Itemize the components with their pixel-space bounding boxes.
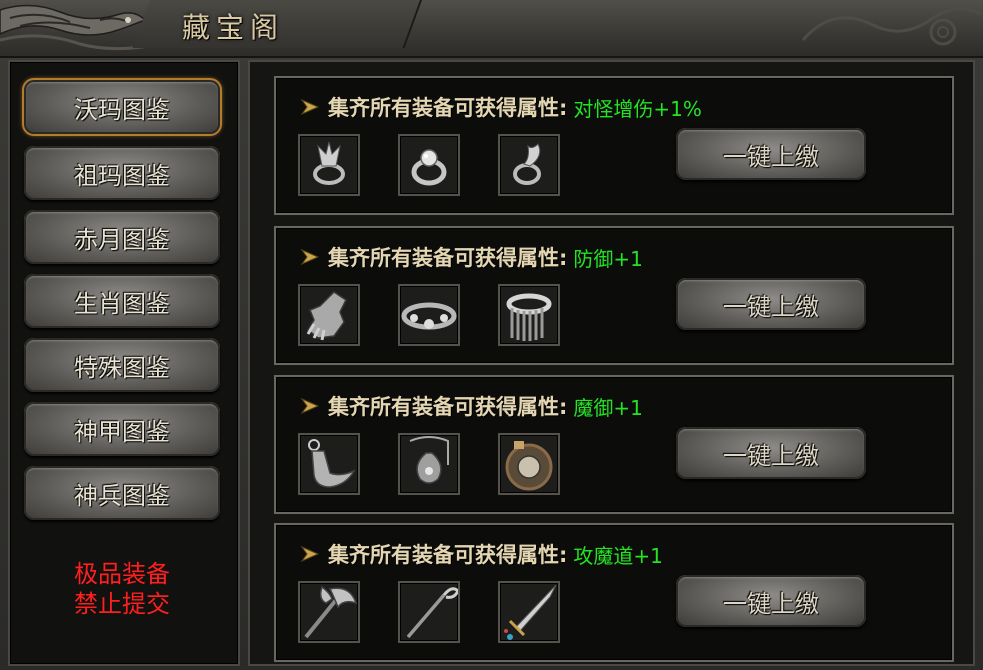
collection-card: 集齐所有装备可获得属性: 魔御+1 一键上缴	[274, 375, 954, 514]
cloud-ornament-icon	[801, 7, 982, 46]
item-slot[interactable]	[298, 433, 360, 495]
card-header: 集齐所有装备可获得属性: 对怪增伤+1%	[300, 92, 702, 122]
item-slot[interactable]	[298, 134, 360, 196]
card-header: 集齐所有装备可获得属性: 攻魔道+1	[300, 539, 663, 569]
collection-card: 集齐所有装备可获得属性: 对怪增伤+1% 一键上缴	[274, 76, 954, 215]
amulet-icon	[409, 436, 449, 484]
card-attribute: 攻魔道+1	[573, 543, 663, 568]
redeem-all-button[interactable]: 一键上缴	[676, 575, 866, 627]
shield-icon	[505, 441, 553, 491]
ring-icon	[313, 141, 345, 185]
arrow-icon	[300, 248, 320, 266]
sidebar-item-shengxiao[interactable]: 生肖图鉴	[24, 274, 220, 328]
card-label: 集齐所有装备可获得属性:	[328, 543, 568, 567]
boot-icon	[308, 439, 356, 488]
collection-card: 集齐所有装备可获得属性: 防御+1 一键上缴	[274, 226, 954, 365]
redeem-all-button[interactable]: 一键上缴	[676, 427, 866, 479]
sidebar-item-chiyue[interactable]: 赤月图鉴	[24, 210, 220, 264]
item-slot[interactable]	[298, 284, 360, 346]
card-attribute: 防御+1	[573, 246, 643, 271]
sidebar-item-woma[interactable]: 沃玛图鉴	[24, 80, 220, 134]
sword-icon	[504, 584, 557, 640]
item-slot[interactable]	[398, 581, 460, 643]
redeem-all-button[interactable]: 一键上缴	[676, 128, 866, 180]
sidebar-item-shenjia[interactable]: 神甲图鉴	[24, 402, 220, 456]
warning-note-line-1: 极品装备	[74, 560, 170, 588]
treasure-pavilion-window: 藏宝阁 沃玛图鉴 祖玛图鉴 赤月图鉴 生肖图鉴 特殊图鉴 神甲图鉴 神兵图鉴 极…	[0, 0, 983, 670]
collection-card: 集齐所有装备可获得属性: 攻魔道+1 一键上缴	[274, 523, 954, 662]
item-slot[interactable]	[498, 284, 560, 346]
card-attribute: 魔御+1	[573, 395, 643, 420]
item-slot[interactable]	[298, 581, 360, 643]
item-slot[interactable]	[398, 433, 460, 495]
card-header: 集齐所有装备可获得属性: 魔御+1	[300, 391, 643, 421]
item-slot[interactable]	[498, 134, 560, 196]
arrow-icon	[300, 397, 320, 415]
card-label: 集齐所有装备可获得属性:	[328, 246, 568, 270]
card-label: 集齐所有装备可获得属性:	[328, 96, 568, 120]
window-title: 藏宝阁	[182, 11, 285, 44]
sidebar-item-shenbing[interactable]: 神兵图鉴	[24, 466, 220, 520]
card-header: 集齐所有装备可获得属性: 防御+1	[300, 242, 643, 272]
title-bar: 藏宝阁	[0, 0, 983, 58]
item-slot[interactable]	[498, 433, 560, 495]
dragon-ornament-icon	[0, 4, 150, 51]
sidebar-item-teshu[interactable]: 特殊图鉴	[24, 338, 220, 392]
staff-icon	[406, 587, 460, 639]
card-label: 集齐所有装备可获得属性:	[328, 395, 568, 419]
item-slot[interactable]	[398, 284, 460, 346]
ring-icon	[513, 143, 541, 185]
card-attribute: 对怪增伤+1%	[573, 96, 702, 121]
redeem-all-button[interactable]: 一键上缴	[676, 278, 866, 330]
arrow-icon	[300, 98, 320, 116]
sidebar-item-zuma[interactable]: 祖玛图鉴	[24, 146, 220, 200]
ring-icon	[411, 149, 447, 186]
axe-icon	[304, 585, 358, 639]
bracer-icon	[506, 293, 552, 341]
bracelet-icon	[401, 302, 457, 330]
glove-icon	[306, 291, 347, 341]
arrow-icon	[300, 545, 320, 563]
item-slot[interactable]	[398, 134, 460, 196]
item-slot[interactable]	[498, 581, 560, 643]
warning-note-line-2: 禁止提交	[74, 590, 170, 618]
